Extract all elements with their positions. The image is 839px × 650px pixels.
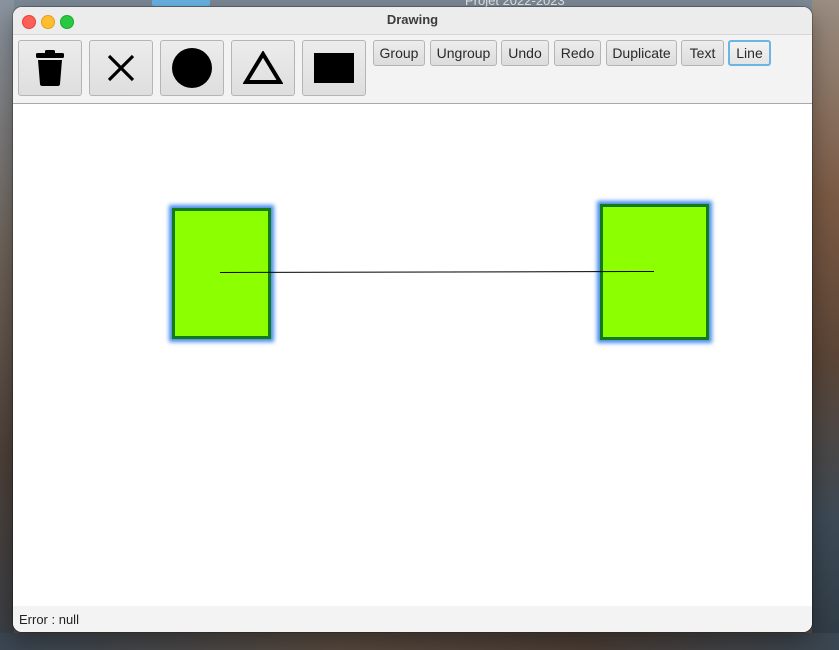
rectangle-tool-button[interactable]: [302, 40, 366, 96]
clear-button[interactable]: [89, 40, 153, 96]
triangle-icon: [243, 51, 283, 84]
text-button[interactable]: Text: [681, 40, 724, 66]
toolbar: Group Ungroup Undo Redo Duplicate Text L…: [13, 35, 812, 104]
title-bar[interactable]: Drawing: [13, 7, 812, 35]
ungroup-button[interactable]: Ungroup: [430, 40, 497, 66]
rectangle-icon: [314, 53, 354, 83]
desktop-right-edge: [812, 0, 839, 650]
drawing-canvas[interactable]: [13, 104, 812, 606]
line-layer: [219, 271, 655, 273]
group-button[interactable]: Group: [373, 40, 425, 66]
trash-icon: [36, 50, 64, 86]
status-message: Error : null: [19, 612, 79, 627]
delete-button[interactable]: [18, 40, 82, 96]
close-icon: [107, 54, 135, 82]
redo-button[interactable]: Redo: [554, 40, 601, 66]
desktop-left-edge: [0, 0, 14, 650]
window-title: Drawing: [386, 12, 439, 27]
undo-button[interactable]: Undo: [501, 40, 549, 66]
desktop-bottom-edge: [0, 633, 839, 650]
desktop-folder-tab: [152, 0, 210, 6]
circle-tool-button[interactable]: [160, 40, 224, 96]
canvas-line[interactable]: [219, 271, 655, 273]
duplicate-button[interactable]: Duplicate: [606, 40, 677, 66]
status-bar: Error : null: [13, 606, 812, 632]
triangle-tool-button[interactable]: [231, 40, 295, 96]
circle-icon: [172, 48, 212, 88]
line-button[interactable]: Line: [728, 40, 771, 66]
drawing-window: Drawing Group Ungroup Undo Redo Duplicat…: [13, 7, 812, 632]
